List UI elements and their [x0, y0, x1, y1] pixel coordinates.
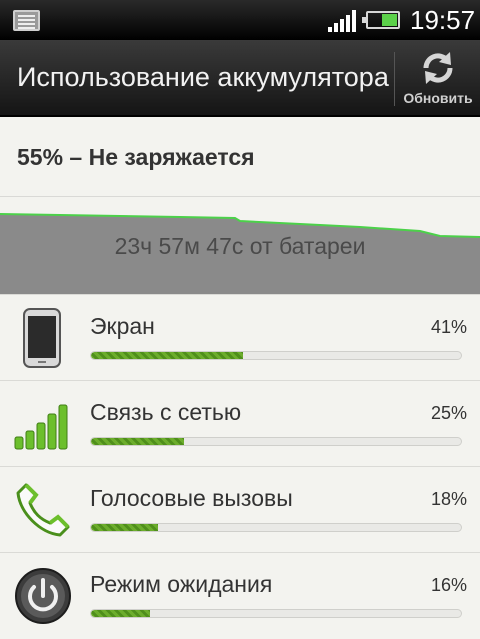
- usage-progress-bar: [90, 609, 462, 618]
- usage-item-percent: 18%: [430, 489, 467, 509]
- refresh-icon: [423, 52, 453, 84]
- usage-item-voice-calls[interactable]: Голосовые вызовы 18%: [0, 466, 480, 552]
- signal-bars-icon: [14, 404, 68, 450]
- charge-status: 55% – Не заряжается: [17, 144, 255, 170]
- usage-item-name: Режим ожидания: [90, 571, 273, 597]
- usage-list: Экран 41% Связь с сетью 25% Голосовые вы…: [0, 294, 480, 638]
- page-title: Использование аккумулятора: [17, 62, 389, 92]
- usage-item-percent: 25%: [430, 403, 467, 423]
- usage-item-standby[interactable]: Режим ожидания 16%: [0, 552, 480, 638]
- usage-item-network[interactable]: Связь с сетью 25%: [0, 380, 480, 466]
- usage-progress-fill: [91, 352, 243, 359]
- usage-item-name: Голосовые вызовы: [90, 485, 293, 511]
- battery-icon: [362, 11, 400, 29]
- phone-handset-icon: [16, 483, 70, 537]
- title-bar: Использование аккумулятора Обновить: [0, 40, 480, 117]
- battery-duration: 23ч 57м 47с от батареи: [114, 233, 366, 259]
- usage-item-name: Экран: [90, 313, 155, 339]
- phone-screen-icon: [23, 308, 61, 368]
- notes-icon[interactable]: [13, 10, 40, 31]
- usage-progress-bar: [90, 351, 462, 360]
- refresh-button[interactable]: Обновить: [396, 40, 480, 117]
- battery-graph[interactable]: 23ч 57м 47с от батареи: [0, 198, 480, 294]
- usage-item-percent: 41%: [430, 317, 467, 337]
- usage-item-name: Связь с сетью: [90, 399, 242, 425]
- usage-progress-fill: [91, 524, 158, 531]
- usage-progress-fill: [91, 438, 184, 445]
- signal-bars-icon: [328, 10, 356, 32]
- status-bar: 19:57: [0, 0, 480, 40]
- refresh-label: Обновить: [403, 90, 473, 106]
- power-icon: [15, 568, 71, 624]
- charge-status-row: 55% – Не заряжается: [0, 117, 480, 197]
- title-divider: [394, 52, 395, 106]
- usage-item-percent: 16%: [430, 575, 467, 595]
- usage-progress-bar: [90, 437, 462, 446]
- usage-progress-bar: [90, 523, 462, 532]
- status-clock: 19:57: [410, 5, 476, 35]
- usage-progress-fill: [91, 610, 151, 617]
- usage-item-screen[interactable]: Экран 41%: [0, 294, 480, 380]
